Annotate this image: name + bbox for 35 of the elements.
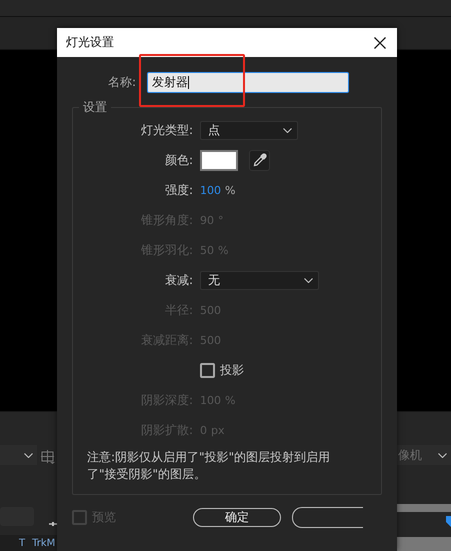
unit-text: % xyxy=(225,394,236,406)
unit-text: ° xyxy=(218,214,224,226)
ok-button[interactable]: 确定 xyxy=(193,508,281,526)
track-bar xyxy=(397,537,451,551)
checkbox[interactable] xyxy=(200,362,215,378)
chevron-icon xyxy=(304,278,313,282)
eyedropper-icon xyxy=(252,153,266,167)
close-icon[interactable] xyxy=(374,36,386,48)
toolbar-label[interactable]: TrkM xyxy=(32,538,56,548)
value-text[interactable]: 100 xyxy=(200,184,221,196)
track-bar xyxy=(397,504,451,512)
field-label: 灯光类型: xyxy=(140,122,193,138)
field-label: 颜色: xyxy=(164,152,193,168)
chevron-icon xyxy=(283,128,292,132)
dropdown[interactable]: 无 xyxy=(200,270,319,290)
dropdown-value: 像机 xyxy=(398,446,422,464)
checkbox-label: 投影 xyxy=(220,362,244,378)
field-label: 名称: xyxy=(106,74,136,91)
unit-text: % xyxy=(225,184,236,196)
handle-icon[interactable] xyxy=(49,522,57,526)
chevron-icon xyxy=(438,452,447,458)
note-text: 注意:阴影仅从启用了"投影"的图层投射到启用了"接受阴影"的图层。 xyxy=(87,449,332,483)
dropdown[interactable]: 点 xyxy=(200,120,298,140)
dialog-title: 灯光设置 xyxy=(66,34,114,51)
eyedropper-button[interactable] xyxy=(249,150,270,170)
chevron-icon xyxy=(24,452,33,458)
toolbar-label[interactable]: T xyxy=(19,538,26,548)
field-label: 强度: xyxy=(164,182,193,198)
unit-text: % xyxy=(218,244,228,256)
grid-icon[interactable] xyxy=(41,450,55,464)
color-swatch[interactable] xyxy=(200,150,238,170)
name-field[interactable]: 发射器 xyxy=(147,72,349,93)
marker-icon[interactable] xyxy=(446,516,451,527)
field-label: 衰减: xyxy=(164,272,193,288)
button[interactable] xyxy=(292,506,363,528)
